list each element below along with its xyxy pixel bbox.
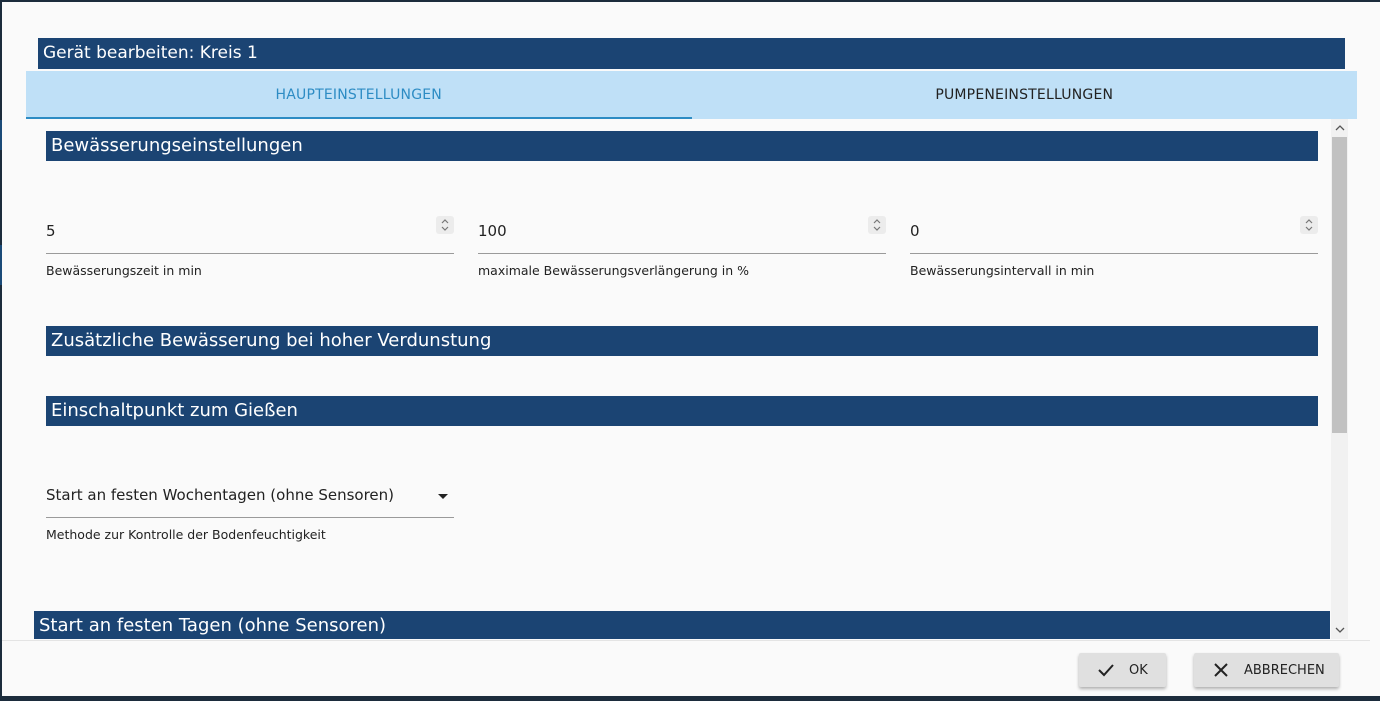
spinner-icon[interactable]	[868, 216, 886, 234]
dropdown-arrow-icon	[438, 494, 448, 499]
section-fixed-days: Start an festen Tagen (ohne Sensoren)	[34, 611, 1330, 639]
max-extension-label: maximale Bewässerungsverlängerung in %	[478, 263, 750, 278]
max-extension-field: 100 maximale Bewässerungsverlängerung in…	[478, 214, 886, 278]
edit-device-dialog: Gerät bearbeiten: Kreis 1 HAUPTEINSTELLU…	[2, 2, 1380, 696]
scroll-up-icon[interactable]	[1331, 121, 1348, 135]
interval-value: 0	[910, 222, 920, 240]
method-select[interactable]: Start an festen Wochentagen (ohne Sensor…	[46, 478, 454, 518]
cancel-label: ABBRECHEN	[1244, 662, 1325, 678]
method-value: Start an festen Wochentagen (ohne Sensor…	[46, 486, 395, 504]
spinner-icon[interactable]	[1300, 216, 1318, 234]
duration-field: 5 Bewässerungszeit in min	[46, 214, 454, 278]
scrollbar[interactable]	[1331, 119, 1348, 639]
duration-input[interactable]: 5	[46, 214, 454, 254]
section-irrigation-settings: Bewässerungseinstellungen	[46, 131, 1318, 161]
method-field: Start an festen Wochentagen (ohne Sensor…	[46, 478, 454, 542]
tab-pump-settings[interactable]: PUMPENEINSTELLUNGEN	[692, 71, 1358, 119]
dialog-footer: OK ABBRECHEN	[2, 640, 1370, 696]
ok-button[interactable]: OK	[1079, 653, 1166, 687]
close-icon	[1210, 659, 1232, 681]
max-extension-input[interactable]: 100	[478, 214, 886, 254]
cancel-button[interactable]: ABBRECHEN	[1194, 653, 1339, 687]
scrollbar-thumb[interactable]	[1332, 137, 1347, 433]
dialog-content: Bewässerungseinstellungen 5 Bewässerungs…	[2, 119, 1331, 639]
spinner-icon[interactable]	[436, 216, 454, 234]
check-icon	[1095, 659, 1117, 681]
interval-label: Bewässerungsintervall in min	[910, 263, 1095, 278]
method-label: Methode zur Kontrolle der Bodenfeuchtigk…	[46, 527, 326, 542]
section-trigger-point: Einschaltpunkt zum Gießen	[46, 396, 1318, 426]
tab-main-settings[interactable]: HAUPTEINSTELLUNGEN	[26, 71, 692, 119]
section-evaporation: Zusätzliche Bewässerung bei hoher Verdun…	[46, 326, 1318, 356]
ok-label: OK	[1129, 662, 1148, 678]
interval-field: 0 Bewässerungsintervall in min	[910, 214, 1318, 278]
scroll-down-icon[interactable]	[1331, 623, 1348, 637]
max-extension-value: 100	[478, 222, 507, 240]
tab-bar: HAUPTEINSTELLUNGEN PUMPENEINSTELLUNGEN	[26, 71, 1357, 119]
interval-input[interactable]: 0	[910, 214, 1318, 254]
dialog-title: Gerät bearbeiten: Kreis 1	[38, 38, 1345, 69]
duration-label: Bewässerungszeit in min	[46, 263, 202, 278]
duration-value: 5	[46, 222, 56, 240]
